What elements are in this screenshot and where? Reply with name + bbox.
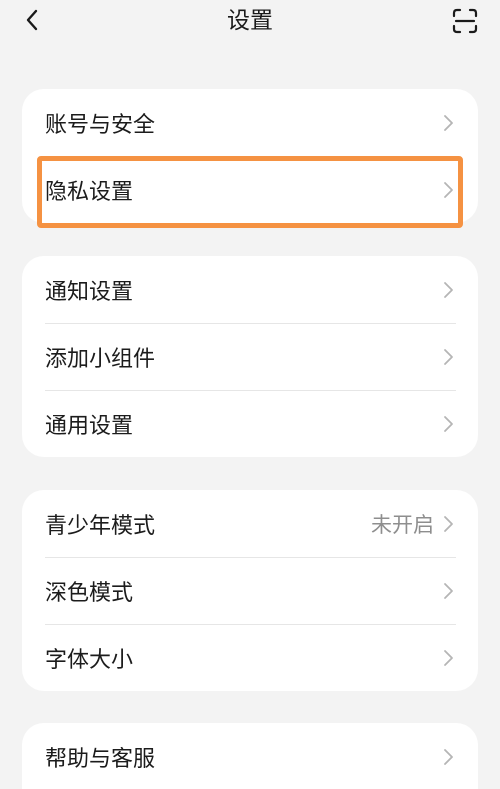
menu-item-teen-mode[interactable]: 青少年模式 未开启 (22, 490, 478, 557)
menu-item-label: 隐私设置 (45, 179, 134, 205)
chevron-right-icon (444, 348, 453, 365)
menu-item-notification-settings[interactable]: 通知设置 (22, 256, 478, 323)
menu-item-label: 通用设置 (45, 413, 134, 439)
menu-item-label: 通知设置 (45, 279, 134, 305)
menu-item-help-support[interactable]: 帮助与客服 (22, 723, 478, 789)
top-bar: 设置 (0, 0, 500, 44)
menu-item-label: 字体大小 (45, 647, 134, 673)
settings-group-account: 账号与安全 隐私设置 (22, 89, 478, 223)
menu-item-dark-mode[interactable]: 深色模式 (22, 557, 478, 624)
settings-screen: 设置 账号与安全 隐私设置 通知设置 添加小组件 通用设置 青少年模式 未开启 … (0, 0, 500, 789)
scan-button[interactable] (450, 6, 480, 36)
chevron-right-icon (444, 114, 453, 131)
menu-item-general-settings[interactable]: 通用设置 (22, 390, 478, 457)
menu-item-label: 帮助与客服 (45, 746, 156, 772)
chevron-right-icon (444, 649, 453, 666)
chevron-right-icon (444, 748, 453, 765)
settings-group-help: 帮助与客服 (22, 723, 478, 789)
teen-mode-status: 未开启 (371, 512, 434, 537)
menu-item-label: 账号与安全 (45, 112, 156, 138)
settings-group-display: 青少年模式 未开启 深色模式 字体大小 (22, 490, 478, 691)
menu-item-privacy-settings[interactable]: 隐私设置 (22, 156, 478, 223)
chevron-right-icon (444, 281, 453, 298)
page-title: 设置 (227, 8, 273, 34)
chevron-right-icon (444, 181, 453, 198)
menu-item-label: 青少年模式 (45, 513, 156, 539)
menu-item-font-size[interactable]: 字体大小 (22, 624, 478, 691)
menu-item-add-widget[interactable]: 添加小组件 (22, 323, 478, 390)
scan-icon (452, 8, 478, 34)
chevron-right-icon (444, 415, 453, 432)
menu-item-account-security[interactable]: 账号与安全 (22, 89, 478, 156)
menu-item-label: 深色模式 (45, 580, 134, 606)
chevron-right-icon (444, 582, 453, 599)
chevron-right-icon (444, 515, 453, 532)
settings-group-general: 通知设置 添加小组件 通用设置 (22, 256, 478, 457)
menu-item-label: 添加小组件 (45, 346, 156, 372)
